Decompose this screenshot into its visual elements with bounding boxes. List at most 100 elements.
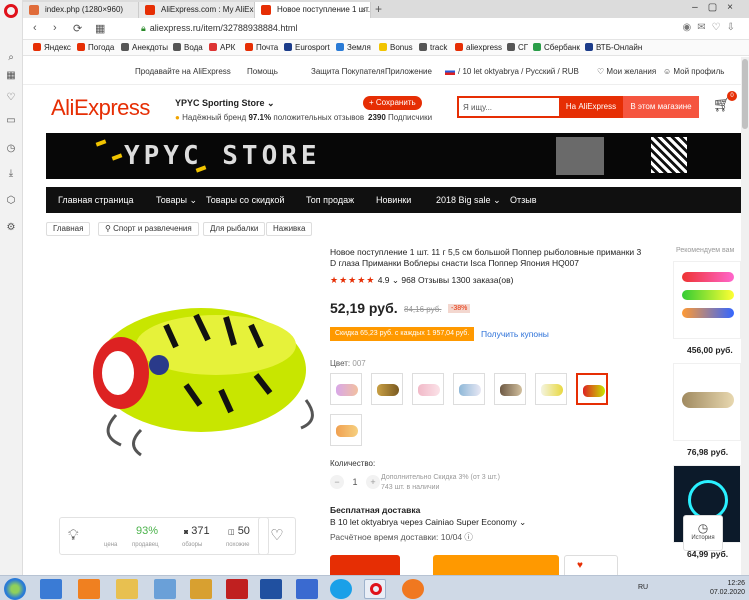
app-link[interactable]: Приложение [385,67,432,76]
speed-dial-icon[interactable]: ▦ [5,70,17,82]
search-input[interactable]: Я ищу... [457,96,559,118]
opera-logo-icon[interactable] [4,4,18,18]
breadcrumb-item[interactable]: Главная [46,222,91,236]
help-link[interactable]: Помощь [247,67,278,76]
breadcrumb-item[interactable]: Для рыбалки [203,222,266,236]
clock[interactable]: 12:26 07.02.2020 [710,579,745,597]
aliexpress-logo[interactable]: AliExpress [51,95,150,121]
store-nav-home[interactable]: Главная страница [58,195,134,205]
explorer-app-icon[interactable] [154,579,176,599]
get-coupons-link[interactable]: Получить купоны [481,329,549,339]
heart-icon[interactable]: ♡ [5,92,17,104]
bookmark-item[interactable]: Анекдоты [121,43,168,52]
window-controls[interactable]: –▢× [692,2,743,13]
color-swatch[interactable] [535,373,567,405]
color-swatch[interactable] [330,373,362,405]
tab-product[interactable]: Новое поступление 1 шт. × [255,2,371,18]
wishlist-link[interactable]: ♡ Мои желания [597,67,656,76]
recommended-item-image[interactable] [673,363,741,441]
close-tab-icon[interactable]: × [361,2,366,18]
bookmark-item[interactable]: aliexpress [455,43,502,52]
breadcrumb-item[interactable]: ⚲ Спорт и развлечения [98,222,199,236]
rating-value[interactable]: 4.9 [378,275,390,285]
page-scrollbar[interactable] [741,57,749,575]
store-nav-big-sale[interactable]: 2018 Big sale ⌄ [436,195,501,206]
wishlist-button[interactable]: ♥ [564,555,618,575]
recommended-price[interactable]: 76,98 руб. [687,447,728,457]
reload-icon[interactable]: ⟳ [73,22,82,35]
product-image[interactable] [46,245,346,500]
extensions-icon[interactable]: ⬡ [5,195,17,207]
profile-link[interactable]: ☺ Мой профиль [663,67,724,76]
color-swatch[interactable] [453,373,485,405]
search-icon[interactable]: ⌕ [5,52,17,64]
tab-index[interactable]: index.php (1280×960) [23,2,139,18]
bookmark-item[interactable]: track [419,43,447,52]
quantity-minus-button[interactable]: − [330,475,344,489]
color-swatch[interactable] [494,373,526,405]
sell-link[interactable]: Продавайте на AliExpress [135,67,231,76]
search-all-button[interactable]: На AliExpress [559,96,623,118]
bookmark-item[interactable]: СГ [507,43,528,52]
quantity-stepper[interactable]: −1 + [330,475,380,489]
color-swatch[interactable] [330,414,362,446]
locale-selector[interactable]: / 10 let oktyabrya / Русский / RUB [445,67,579,76]
bookmark-item[interactable]: Почта [245,43,278,52]
bookmark-item[interactable]: Земля [336,43,371,52]
add-to-cart-button[interactable] [433,555,559,575]
store-nav-top[interactable]: Топ продаж [306,195,354,205]
firefox-app-icon[interactable] [402,579,424,599]
ie-app-icon[interactable] [40,579,62,599]
bookmark-item[interactable]: Яндекс [33,43,71,52]
bookmark-item[interactable]: Погода [77,43,114,52]
addressbar-tools[interactable]: ◉✉♡⇩ [683,22,741,33]
downloads-icon[interactable]: ⤓ [5,168,17,180]
bookmark-item[interactable]: Сбербанк [533,43,580,52]
url-field[interactable]: 🔒︎ aliexpress.ru/item/32788938884.html [141,23,297,34]
save-store-button[interactable]: + Сохранить [363,96,422,110]
opera-app-icon[interactable] [364,579,386,599]
store-nav-products[interactable]: Товары ⌄ [156,195,197,206]
store-nav-feedback[interactable]: Отзыв [510,195,537,205]
settings-icon[interactable]: ⚙ [5,222,17,234]
history-button[interactable]: ◷ История [683,515,723,551]
store-name[interactable]: YPYC Sporting Store ⌄ [175,98,275,109]
skype-app-icon[interactable] [330,579,352,599]
media-app-icon[interactable] [78,579,100,599]
store-nav-new[interactable]: Новинки [376,195,411,205]
bookmark-item[interactable]: Вода [173,43,203,52]
add-to-wishlist-button[interactable]: ♡ [258,517,296,555]
speed-dial-icon[interactable]: ▦ [95,22,105,35]
app-icon[interactable] [226,579,248,599]
color-swatch[interactable] [412,373,444,405]
search-store-button[interactable]: В этом магазине [623,96,699,118]
back-icon[interactable]: ‹ [33,22,37,34]
breadcrumb-item[interactable]: Наживка [266,222,313,236]
tabs-icon[interactable]: ▭ [5,115,17,127]
start-button[interactable] [4,578,26,600]
paint-app-icon[interactable] [190,579,212,599]
forward-icon[interactable]: › [53,22,57,34]
scroll-thumb[interactable] [742,59,748,129]
color-swatch[interactable] [371,373,403,405]
tab-my-aliexpress[interactable]: AliExpress.com : My AliExp [139,2,255,18]
app-icon[interactable] [296,579,318,599]
reviews-link[interactable]: 968 Отзывы [401,275,449,285]
bookmark-item[interactable]: ВТБ-Онлайн [585,43,642,52]
bookmark-item[interactable]: Eurosport [284,43,330,52]
folder-app-icon[interactable] [116,579,138,599]
recommended-item-image[interactable] [673,261,741,339]
protection-link[interactable]: Защита Покупателя [311,67,385,76]
store-nav-sale[interactable]: Товары со скидкой [206,195,284,205]
bookmark-item[interactable]: АРК [209,43,235,52]
bookmark-item[interactable]: Bonus [379,43,413,52]
help-icon[interactable]: ⓘ [464,532,473,542]
shipping-method[interactable]: В 10 let oktyabrya через Cainiao Super E… [330,517,526,528]
recommended-price[interactable]: 456,00 руб. [687,345,733,355]
quantity-value[interactable]: 1 [344,477,366,487]
new-tab-icon[interactable]: + [375,2,382,16]
history-icon[interactable]: ◷ [5,143,17,155]
color-swatch-selected[interactable] [576,373,608,405]
buy-now-button[interactable] [330,555,400,575]
language-indicator[interactable]: RU [638,584,648,591]
